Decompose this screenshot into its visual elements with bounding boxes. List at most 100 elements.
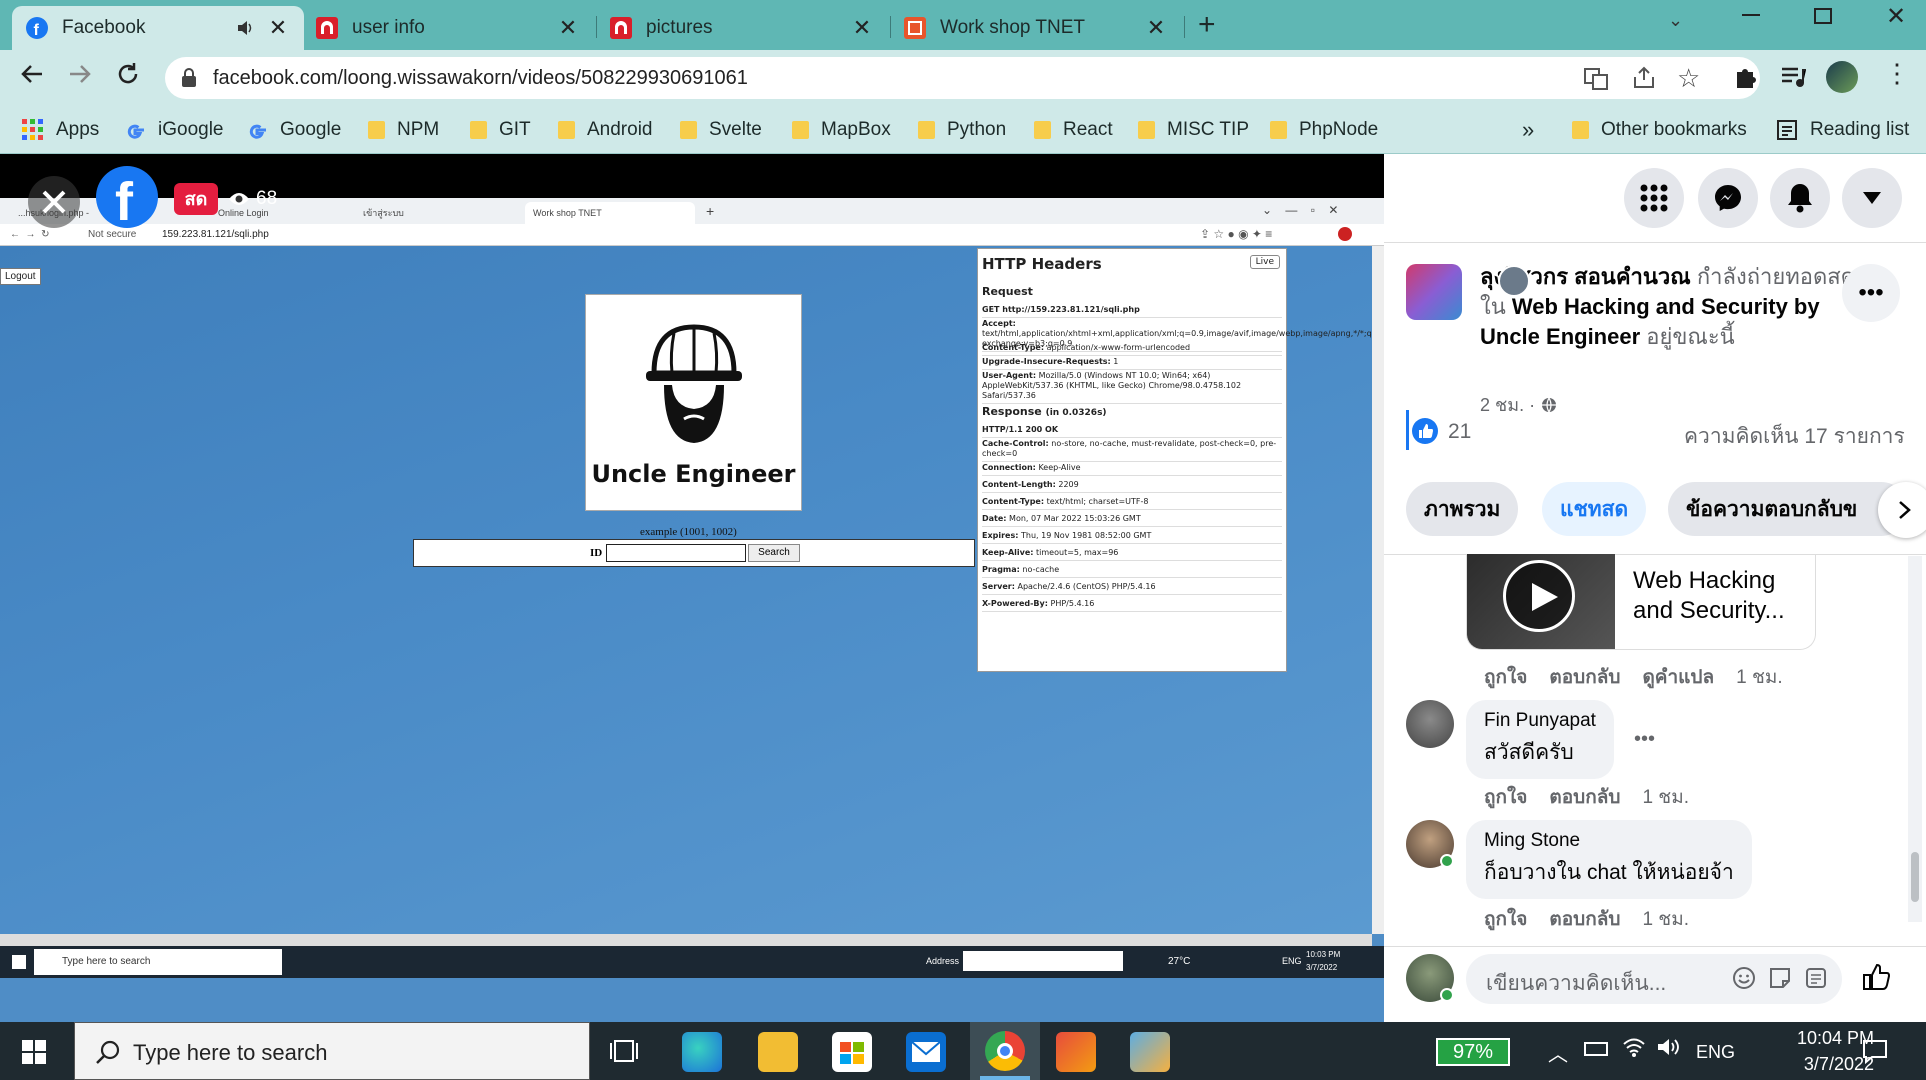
thumbs-up-icon[interactable] xyxy=(1860,960,1894,994)
bookmark-other[interactable]: Other bookmarks xyxy=(1572,116,1747,144)
show-hidden-icons-chevron-icon[interactable]: ︿ xyxy=(1548,1038,1568,1067)
chat-scrollbar-thumb[interactable] xyxy=(1911,852,1919,902)
tab-work-shop-tnet[interactable]: Work shop TNET ✕ xyxy=(890,6,1182,50)
reply-action[interactable]: ตอบกลับ xyxy=(1549,909,1620,930)
bookmark-npm[interactable]: NPM xyxy=(368,116,439,144)
facebook-logo-icon[interactable]: f xyxy=(96,166,158,228)
close-window-icon[interactable]: ✕ xyxy=(1886,2,1906,31)
play-icon[interactable] xyxy=(1503,560,1575,632)
tab-live-chat[interactable]: แชทสด xyxy=(1542,482,1647,536)
like-action[interactable]: ถูกใจ xyxy=(1484,787,1527,808)
tabs-next-button[interactable] xyxy=(1878,482,1926,538)
bookmark-python[interactable]: Python xyxy=(918,116,1006,144)
task-view-icon[interactable] xyxy=(610,1038,638,1064)
author-avatar[interactable] xyxy=(1498,265,1530,297)
like-count[interactable]: 21 xyxy=(1448,420,1471,444)
bookmark-phpnode[interactable]: PhpNode xyxy=(1270,116,1378,144)
volume-icon[interactable] xyxy=(1656,1036,1680,1058)
screen-recorder-icon[interactable] xyxy=(1056,1032,1096,1072)
tab-pictures[interactable]: pictures ✕ xyxy=(596,6,888,50)
sqli-search-form: ID Search xyxy=(413,539,975,567)
reply-action[interactable]: ตอบกลับ xyxy=(1549,667,1620,688)
like-action[interactable]: ถูกใจ xyxy=(1484,667,1527,688)
close-tab-icon[interactable]: ✕ xyxy=(556,15,580,41)
request-header: Content-Type: application/x-www-form-url… xyxy=(982,343,1282,356)
address-bar[interactable]: facebook.com/loong.wissawakorn/videos/50… xyxy=(165,57,1760,99)
clock-date[interactable]: 3/7/2022 xyxy=(1774,1054,1874,1075)
input-language[interactable]: ENG xyxy=(1696,1042,1735,1063)
new-tab-button[interactable]: + xyxy=(1198,8,1216,42)
shared-video-card[interactable]: Web Hacking and Security... xyxy=(1466,554,1816,650)
wifi-icon[interactable] xyxy=(1622,1036,1646,1058)
file-explorer-icon[interactable] xyxy=(758,1032,798,1072)
account-menu-button[interactable] xyxy=(1842,168,1902,228)
commenter-name[interactable]: Ming Stone xyxy=(1484,830,1734,852)
bookmark-mapbox[interactable]: MapBox xyxy=(792,116,891,144)
translate-action[interactable]: ดูคำแปล xyxy=(1642,667,1714,688)
comment-options-icon[interactable]: ••• xyxy=(1634,728,1655,751)
bookmarks-overflow-button[interactable]: » xyxy=(1522,116,1534,144)
tab-search-chevron-icon[interactable]: ⌄ xyxy=(1668,10,1683,31)
gif-icon[interactable] xyxy=(1804,966,1828,990)
back-icon[interactable] xyxy=(18,60,46,88)
tab-replies[interactable]: ข้อความตอบกลับข xyxy=(1668,482,1908,536)
bookmark-google[interactable]: Google xyxy=(246,116,341,144)
speaker-icon[interactable] xyxy=(236,19,254,37)
bookmark-label: MapBox xyxy=(821,119,891,140)
menu-grid-button[interactable] xyxy=(1624,168,1684,228)
close-tab-icon[interactable]: ✕ xyxy=(266,15,290,41)
reply-action[interactable]: ตอบกลับ xyxy=(1549,787,1620,808)
restore-icon[interactable] xyxy=(1814,8,1832,24)
windows-search-box[interactable]: Type here to search xyxy=(74,1022,590,1080)
battery-indicator[interactable]: 97% xyxy=(1436,1038,1510,1066)
reload-icon[interactable] xyxy=(114,60,142,88)
tab-user-info[interactable]: user info ✕ xyxy=(302,6,594,50)
close-tab-icon[interactable]: ✕ xyxy=(1144,15,1168,41)
emoji-icon[interactable] xyxy=(1732,966,1756,990)
like-reaction-icon[interactable] xyxy=(1412,418,1438,444)
notifications-button[interactable] xyxy=(1770,168,1830,228)
tab-overview[interactable]: ภาพรวม xyxy=(1406,482,1519,536)
bookmark-apps[interactable]: Apps xyxy=(22,116,99,144)
example-hint: example (1001, 1002) xyxy=(640,526,737,538)
bookmark-misc-tip[interactable]: MISC TIP xyxy=(1138,116,1249,144)
clock-time[interactable]: 10:04 PM xyxy=(1774,1028,1874,1049)
bookmark-igoogle[interactable]: iGoogle xyxy=(124,116,224,144)
page-avatar[interactable] xyxy=(1406,264,1462,320)
sticker-icon[interactable] xyxy=(1768,966,1792,990)
close-tab-icon[interactable]: ✕ xyxy=(850,15,874,41)
translate-icon[interactable] xyxy=(1583,65,1609,91)
extensions-puzzle-icon[interactable] xyxy=(1733,64,1759,90)
commenter-name[interactable]: Fin Punyapat xyxy=(1484,710,1596,732)
share-icon[interactable] xyxy=(1631,65,1657,91)
bookmark-android[interactable]: Android xyxy=(558,116,653,144)
messenger-button[interactable] xyxy=(1698,168,1758,228)
browser-menu-icon[interactable]: ⋮ xyxy=(1884,60,1910,86)
media-control-icon[interactable] xyxy=(1780,64,1806,90)
comments-count[interactable]: ความคิดเห็น 17 รายการ xyxy=(1684,420,1905,453)
forward-icon[interactable] xyxy=(66,60,94,88)
edge-browser-icon[interactable] xyxy=(682,1032,722,1072)
paint-icon[interactable] xyxy=(1130,1032,1170,1072)
bookmark-git[interactable]: GIT xyxy=(470,116,531,144)
post-more-options-icon[interactable]: ••• xyxy=(1842,264,1900,322)
like-action[interactable]: ถูกใจ xyxy=(1484,909,1527,930)
mail-icon[interactable] xyxy=(906,1032,946,1072)
battery-icon[interactable] xyxy=(1584,1042,1608,1056)
minimize-icon[interactable] xyxy=(1742,14,1760,16)
comment-composer-input[interactable]: เขียนความคิดเห็น... xyxy=(1466,954,1842,1004)
profile-avatar[interactable] xyxy=(1826,61,1858,93)
star-bookmark-icon[interactable]: ☆ xyxy=(1677,63,1700,94)
close-video-button[interactable] xyxy=(28,176,80,228)
bookmark-svelte[interactable]: Svelte xyxy=(680,116,762,144)
bookmark-react[interactable]: React xyxy=(1034,116,1113,144)
windows-start-icon[interactable] xyxy=(22,1040,46,1064)
lock-icon[interactable] xyxy=(181,68,197,88)
microsoft-store-icon[interactable] xyxy=(832,1032,872,1072)
notification-center-icon[interactable] xyxy=(1862,1038,1888,1064)
tab-facebook[interactable]: f Facebook ✕ xyxy=(12,6,304,50)
reading-list-button[interactable]: Reading list xyxy=(1776,116,1909,144)
chrome-taskbar-active[interactable] xyxy=(970,1022,1040,1080)
chat-scrollbar[interactable] xyxy=(1908,556,1922,922)
avatar[interactable] xyxy=(1406,700,1454,748)
